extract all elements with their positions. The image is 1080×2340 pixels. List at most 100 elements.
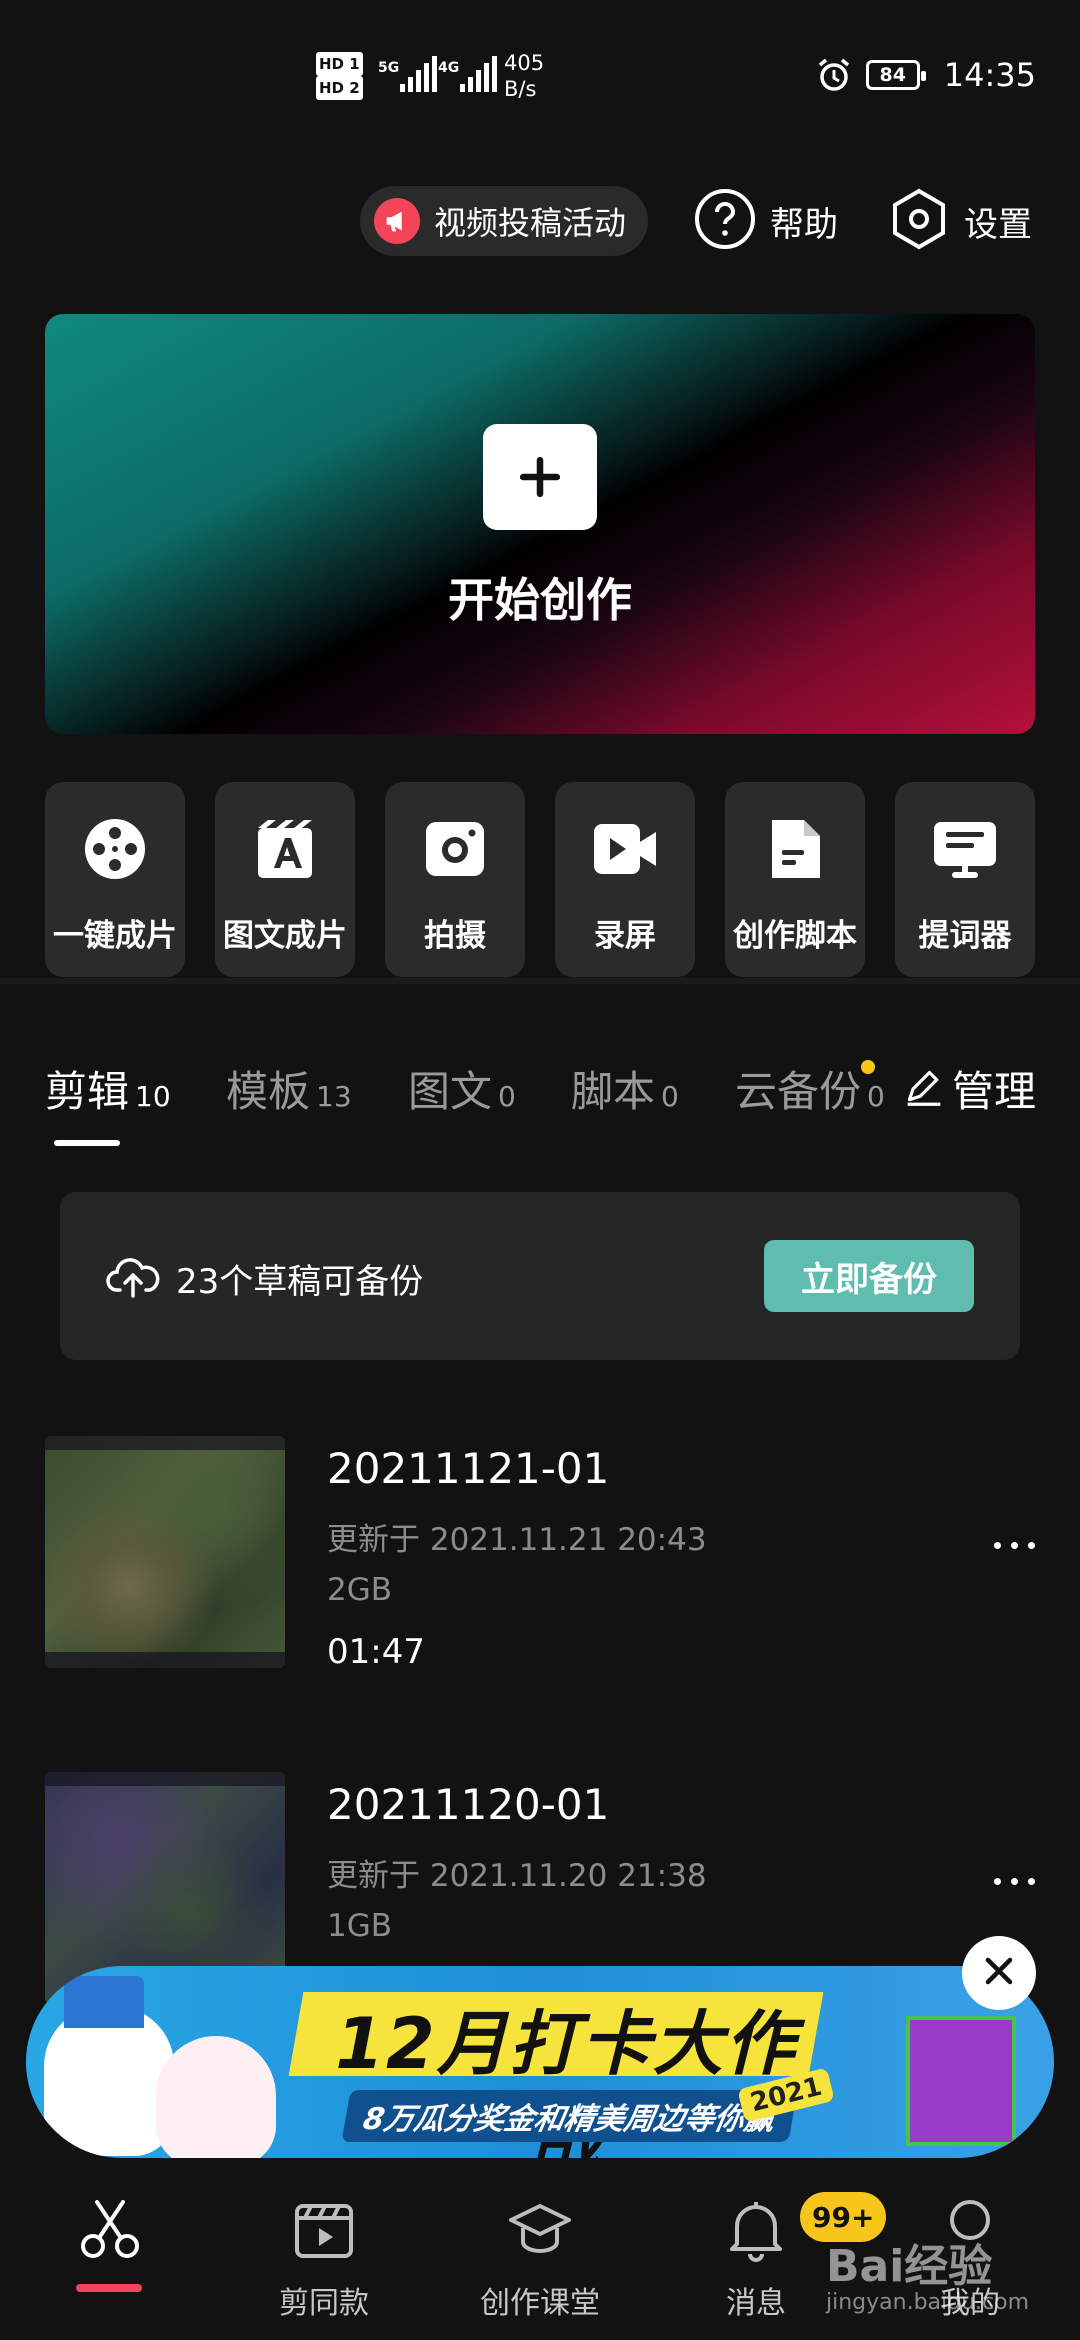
plus-icon[interactable] — [483, 424, 597, 530]
video-record-icon — [592, 816, 658, 886]
settings-label: 设置 — [964, 204, 1032, 245]
baidu-watermark-url: jingyan.baidu.com — [826, 2290, 1030, 2315]
section-divider — [0, 978, 1080, 984]
snowman-illustration-2 — [156, 2036, 276, 2158]
backup-now-button[interactable]: 立即备份 — [764, 1240, 974, 1312]
network-speed: 405 B/s — [504, 50, 544, 102]
signal-strength-icon-2 — [460, 56, 497, 92]
tab-name: 图文 — [408, 1067, 493, 1116]
draft-updated: 更新于 2021.11.20 21:38 — [327, 1858, 707, 1894]
active-tab-indicator — [54, 1140, 120, 1146]
edit-pencil-icon — [904, 1067, 944, 1111]
megaphone-icon — [374, 198, 420, 244]
tab-edit[interactable]: 剪辑 10 — [45, 1058, 171, 1119]
tab-count: 0 — [661, 1080, 679, 1113]
nav-creator-academy[interactable]: 创作课堂 — [450, 2196, 630, 2322]
manage-button[interactable]: 管理 — [904, 1058, 1036, 1119]
tab-name: 云备份 — [735, 1067, 862, 1116]
bell-icon — [723, 2196, 789, 2272]
nav-label: 消息 — [726, 2286, 786, 2321]
tab-count: 0 — [498, 1080, 516, 1113]
tool-one-click-video[interactable]: 一键成片 — [45, 782, 185, 977]
start-creation-card[interactable]: 开始创作 — [45, 314, 1035, 734]
gift-box-illustration — [906, 2016, 1016, 2146]
hd-badge-2: HD 2 — [316, 76, 363, 100]
scissors-icon — [77, 2196, 143, 2272]
network-indicator: HD 1 HD 2 — [316, 52, 363, 100]
tool-label: 一键成片 — [53, 918, 177, 954]
camera-icon — [422, 816, 488, 886]
start-creation-title: 开始创作 — [448, 573, 632, 627]
notification-dot — [861, 1060, 875, 1074]
help-button[interactable]: 帮助 — [694, 186, 838, 256]
tool-label: 图文成片 — [223, 918, 347, 954]
promo-label: 视频投稿活动 — [434, 204, 627, 242]
battery-icon: 84 — [865, 60, 926, 90]
snowman-hat — [64, 1976, 144, 2028]
network-speed-unit: B/s — [504, 77, 537, 101]
nav-label: 剪同款 — [279, 2286, 369, 2321]
graduation-cap-icon — [507, 2196, 573, 2272]
tab-templates[interactable]: 模板 13 — [226, 1058, 352, 1119]
film-reel-icon — [82, 816, 148, 886]
tab-count: 13 — [316, 1080, 352, 1113]
backup-card: 23个草稿可备份 立即备份 — [60, 1192, 1020, 1360]
baidu-watermark: Bai经验 — [826, 2241, 993, 2292]
snowman-illustration — [44, 2006, 174, 2156]
network-type-5g: 5G — [378, 60, 400, 76]
tab-name: 剪辑 — [45, 1067, 130, 1116]
manage-label: 管理 — [952, 1067, 1037, 1116]
network-speed-value: 405 — [504, 51, 545, 75]
hd-badge-1: HD 1 — [316, 52, 363, 76]
tool-screen-record[interactable]: 录屏 — [555, 782, 695, 977]
battery-level: 84 — [879, 64, 906, 86]
draft-size: 2GB — [327, 1572, 393, 1608]
settings-button[interactable]: 设置 — [888, 186, 1032, 256]
signal-strength-icon — [400, 56, 437, 92]
nav-edit[interactable] — [20, 2196, 200, 2278]
tool-label: 拍摄 — [424, 918, 486, 954]
teleprompter-icon — [932, 816, 998, 886]
tool-creation-script[interactable]: 创作脚本 — [725, 782, 865, 977]
text-clapper-icon — [252, 816, 318, 886]
alarm-icon — [816, 57, 852, 93]
more-options-icon[interactable] — [994, 1542, 1035, 1549]
tab-count: 10 — [135, 1080, 171, 1113]
nav-templates[interactable]: 剪同款 — [234, 2196, 414, 2322]
quick-tools: 一键成片 图文成片 拍摄 录屏 创作脚本 提词器 — [45, 782, 1035, 977]
tool-shoot[interactable]: 拍摄 — [385, 782, 525, 977]
gear-icon — [888, 188, 950, 254]
tool-label: 录屏 — [594, 918, 656, 954]
active-nav-indicator — [76, 2284, 142, 2292]
nav-label: 创作课堂 — [480, 2286, 600, 2321]
draft-name: 20211120-01 — [327, 1780, 610, 1829]
tool-teleprompter[interactable]: 提词器 — [895, 782, 1035, 977]
video-submission-event-button[interactable]: 视频投稿活动 — [360, 186, 648, 256]
banner-subtitle: 8万瓜分奖金和精美周边等你赢 — [341, 2090, 798, 2142]
draft-updated: 更新于 2021.11.21 20:43 — [327, 1522, 707, 1558]
tool-text-to-video[interactable]: 图文成片 — [215, 782, 355, 977]
network-type-4g: 4G — [438, 60, 460, 76]
close-icon — [982, 1954, 1016, 1992]
draft-size: 1GB — [327, 1908, 393, 1944]
draft-item[interactable]: 20211121-01 更新于 2021.11.21 20:43 2GB 01:… — [45, 1436, 1035, 1672]
status-bar: HD 1 HD 2 5G 4G 405 B/s 84 14:35 — [0, 0, 1080, 150]
tab-scripts[interactable]: 脚本 0 — [571, 1058, 679, 1119]
draft-name: 20211121-01 — [327, 1444, 610, 1493]
help-label: 帮助 — [770, 204, 838, 245]
draft-thumbnail[interactable] — [45, 1436, 285, 1668]
help-icon — [694, 188, 756, 254]
tab-image-text[interactable]: 图文 0 — [408, 1058, 516, 1119]
tool-label: 创作脚本 — [733, 918, 857, 954]
backup-message: 23个草稿可备份 — [176, 1262, 424, 1302]
tool-label: 提词器 — [918, 918, 1012, 954]
tab-name: 脚本 — [571, 1067, 656, 1116]
cloud-upload-icon — [106, 1252, 160, 1302]
template-clapper-icon — [291, 2196, 357, 2272]
clock: 14:35 — [943, 56, 1036, 94]
more-options-icon[interactable] — [994, 1878, 1035, 1885]
draft-duration: 01:47 — [327, 1632, 425, 1672]
banner-close-button[interactable] — [962, 1936, 1036, 2010]
promo-banner[interactable]: 12月打卡大作战 8万瓜分奖金和精美周边等你赢 2021 — [26, 1966, 1054, 2158]
tab-count: 0 — [867, 1080, 885, 1113]
